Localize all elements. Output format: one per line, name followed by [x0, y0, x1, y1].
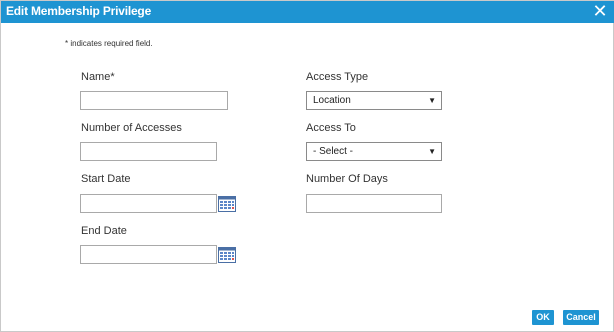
access-to-value: - Select - [313, 146, 354, 157]
name-label: Name* [81, 71, 115, 83]
name-field[interactable] [80, 91, 228, 110]
dialog-title: Edit Membership Privilege [6, 4, 152, 18]
required-field-note: * indicates required field. [65, 39, 153, 48]
number-of-days-label: Number Of Days [306, 173, 388, 185]
chevron-down-icon: ▼ [428, 147, 436, 156]
number-of-accesses-label: Number of Accesses [81, 122, 182, 134]
end-date-label: End Date [81, 225, 127, 237]
access-type-select[interactable]: Location ▼ [306, 91, 442, 110]
access-type-value: Location [313, 95, 351, 106]
dialog-titlebar: Edit Membership Privilege ✕ [1, 1, 614, 23]
ok-button[interactable]: OK [532, 310, 554, 325]
start-date-field[interactable] [80, 194, 217, 213]
access-to-label: Access To [306, 122, 356, 134]
number-of-days-field[interactable] [306, 194, 442, 213]
close-icon[interactable]: ✕ [591, 2, 609, 20]
start-date-label: Start Date [81, 173, 131, 185]
number-of-accesses-field[interactable] [80, 142, 217, 161]
end-date-field[interactable] [80, 245, 217, 264]
chevron-down-icon: ▼ [428, 96, 436, 105]
calendar-icon[interactable] [218, 196, 236, 212]
edit-membership-privilege-dialog: Edit Membership Privilege ✕ * indicates … [0, 0, 614, 332]
cancel-button[interactable]: Cancel [563, 310, 599, 325]
access-to-select[interactable]: - Select - ▼ [306, 142, 442, 161]
access-type-label: Access Type [306, 71, 369, 83]
calendar-icon[interactable] [218, 247, 236, 263]
